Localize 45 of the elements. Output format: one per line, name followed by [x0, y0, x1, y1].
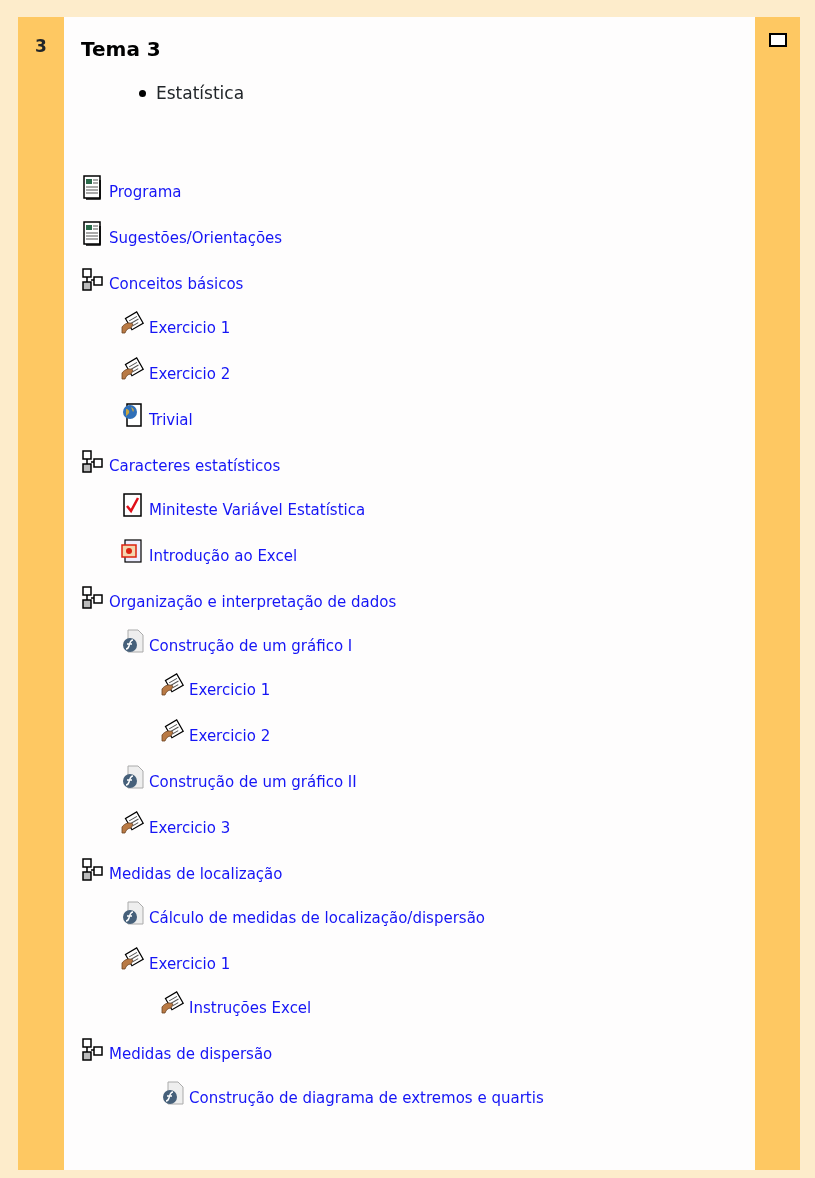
square-icon[interactable] — [769, 33, 787, 47]
activity-link[interactable]: Exercicio 2 — [189, 727, 271, 745]
section-number: 3 — [35, 36, 47, 56]
flash-page-icon — [121, 900, 145, 927]
hierarchy-icon — [81, 1036, 105, 1063]
flash-page-icon — [161, 1080, 185, 1107]
activity-link[interactable]: Instruções Excel — [189, 999, 312, 1017]
hand-paper-icon — [161, 672, 185, 699]
activity-link[interactable]: Cálculo de medidas de localização/dispersão — [149, 909, 486, 927]
activity-link[interactable]: Construção de um gráfico I — [149, 637, 353, 655]
checkmark-page-icon — [121, 492, 145, 519]
hierarchy-icon — [81, 266, 105, 293]
hierarchy-icon — [81, 856, 105, 883]
section-title: Tema 3 — [81, 37, 161, 61]
hierarchy-icon — [81, 584, 105, 611]
hand-paper-icon — [121, 310, 145, 337]
activity-link[interactable]: Caracteres estatísticos — [109, 457, 281, 475]
activity-link[interactable]: Miniteste Variável Estatística — [149, 501, 366, 519]
activity-link[interactable]: Medidas de dispersão — [109, 1045, 273, 1063]
activity-link[interactable]: Exercicio 3 — [149, 819, 231, 837]
hand-paper-icon — [121, 810, 145, 837]
hand-paper-icon — [121, 946, 145, 973]
activity-link[interactable]: Introdução ao Excel — [149, 547, 298, 565]
hand-paper-icon — [161, 990, 185, 1017]
hierarchy-icon — [81, 448, 105, 475]
activity-link[interactable]: Exercicio 1 — [149, 319, 231, 337]
activity-link[interactable]: Construção de diagrama de extremos e quartis — [189, 1089, 544, 1107]
activity-link[interactable]: Exercicio 2 — [149, 365, 231, 383]
activity-link[interactable]: Organização e interpretação de dados — [109, 593, 397, 611]
bullet-icon — [139, 90, 146, 98]
activity-link[interactable]: Exercicio 1 — [149, 955, 231, 973]
activity-link[interactable]: Programa — [109, 183, 182, 201]
flash-page-icon — [121, 764, 145, 791]
hand-paper-icon — [121, 356, 145, 383]
activity-link[interactable]: Trivial — [149, 411, 193, 429]
activity-link[interactable]: Exercicio 1 — [189, 681, 271, 699]
flash-page-icon — [121, 628, 145, 655]
summary-text: Estatística — [156, 82, 245, 105]
activity-link[interactable]: Construção de um gráfico II — [149, 773, 357, 791]
hand-paper-icon — [161, 718, 185, 745]
slides-page-icon — [121, 538, 145, 565]
activity-link[interactable]: Conceitos básicos — [109, 275, 244, 293]
activity-link[interactable]: Medidas de localização — [109, 865, 283, 883]
activity-link[interactable]: Sugestões/Orientações — [109, 229, 283, 247]
globe-page-icon — [121, 402, 145, 429]
